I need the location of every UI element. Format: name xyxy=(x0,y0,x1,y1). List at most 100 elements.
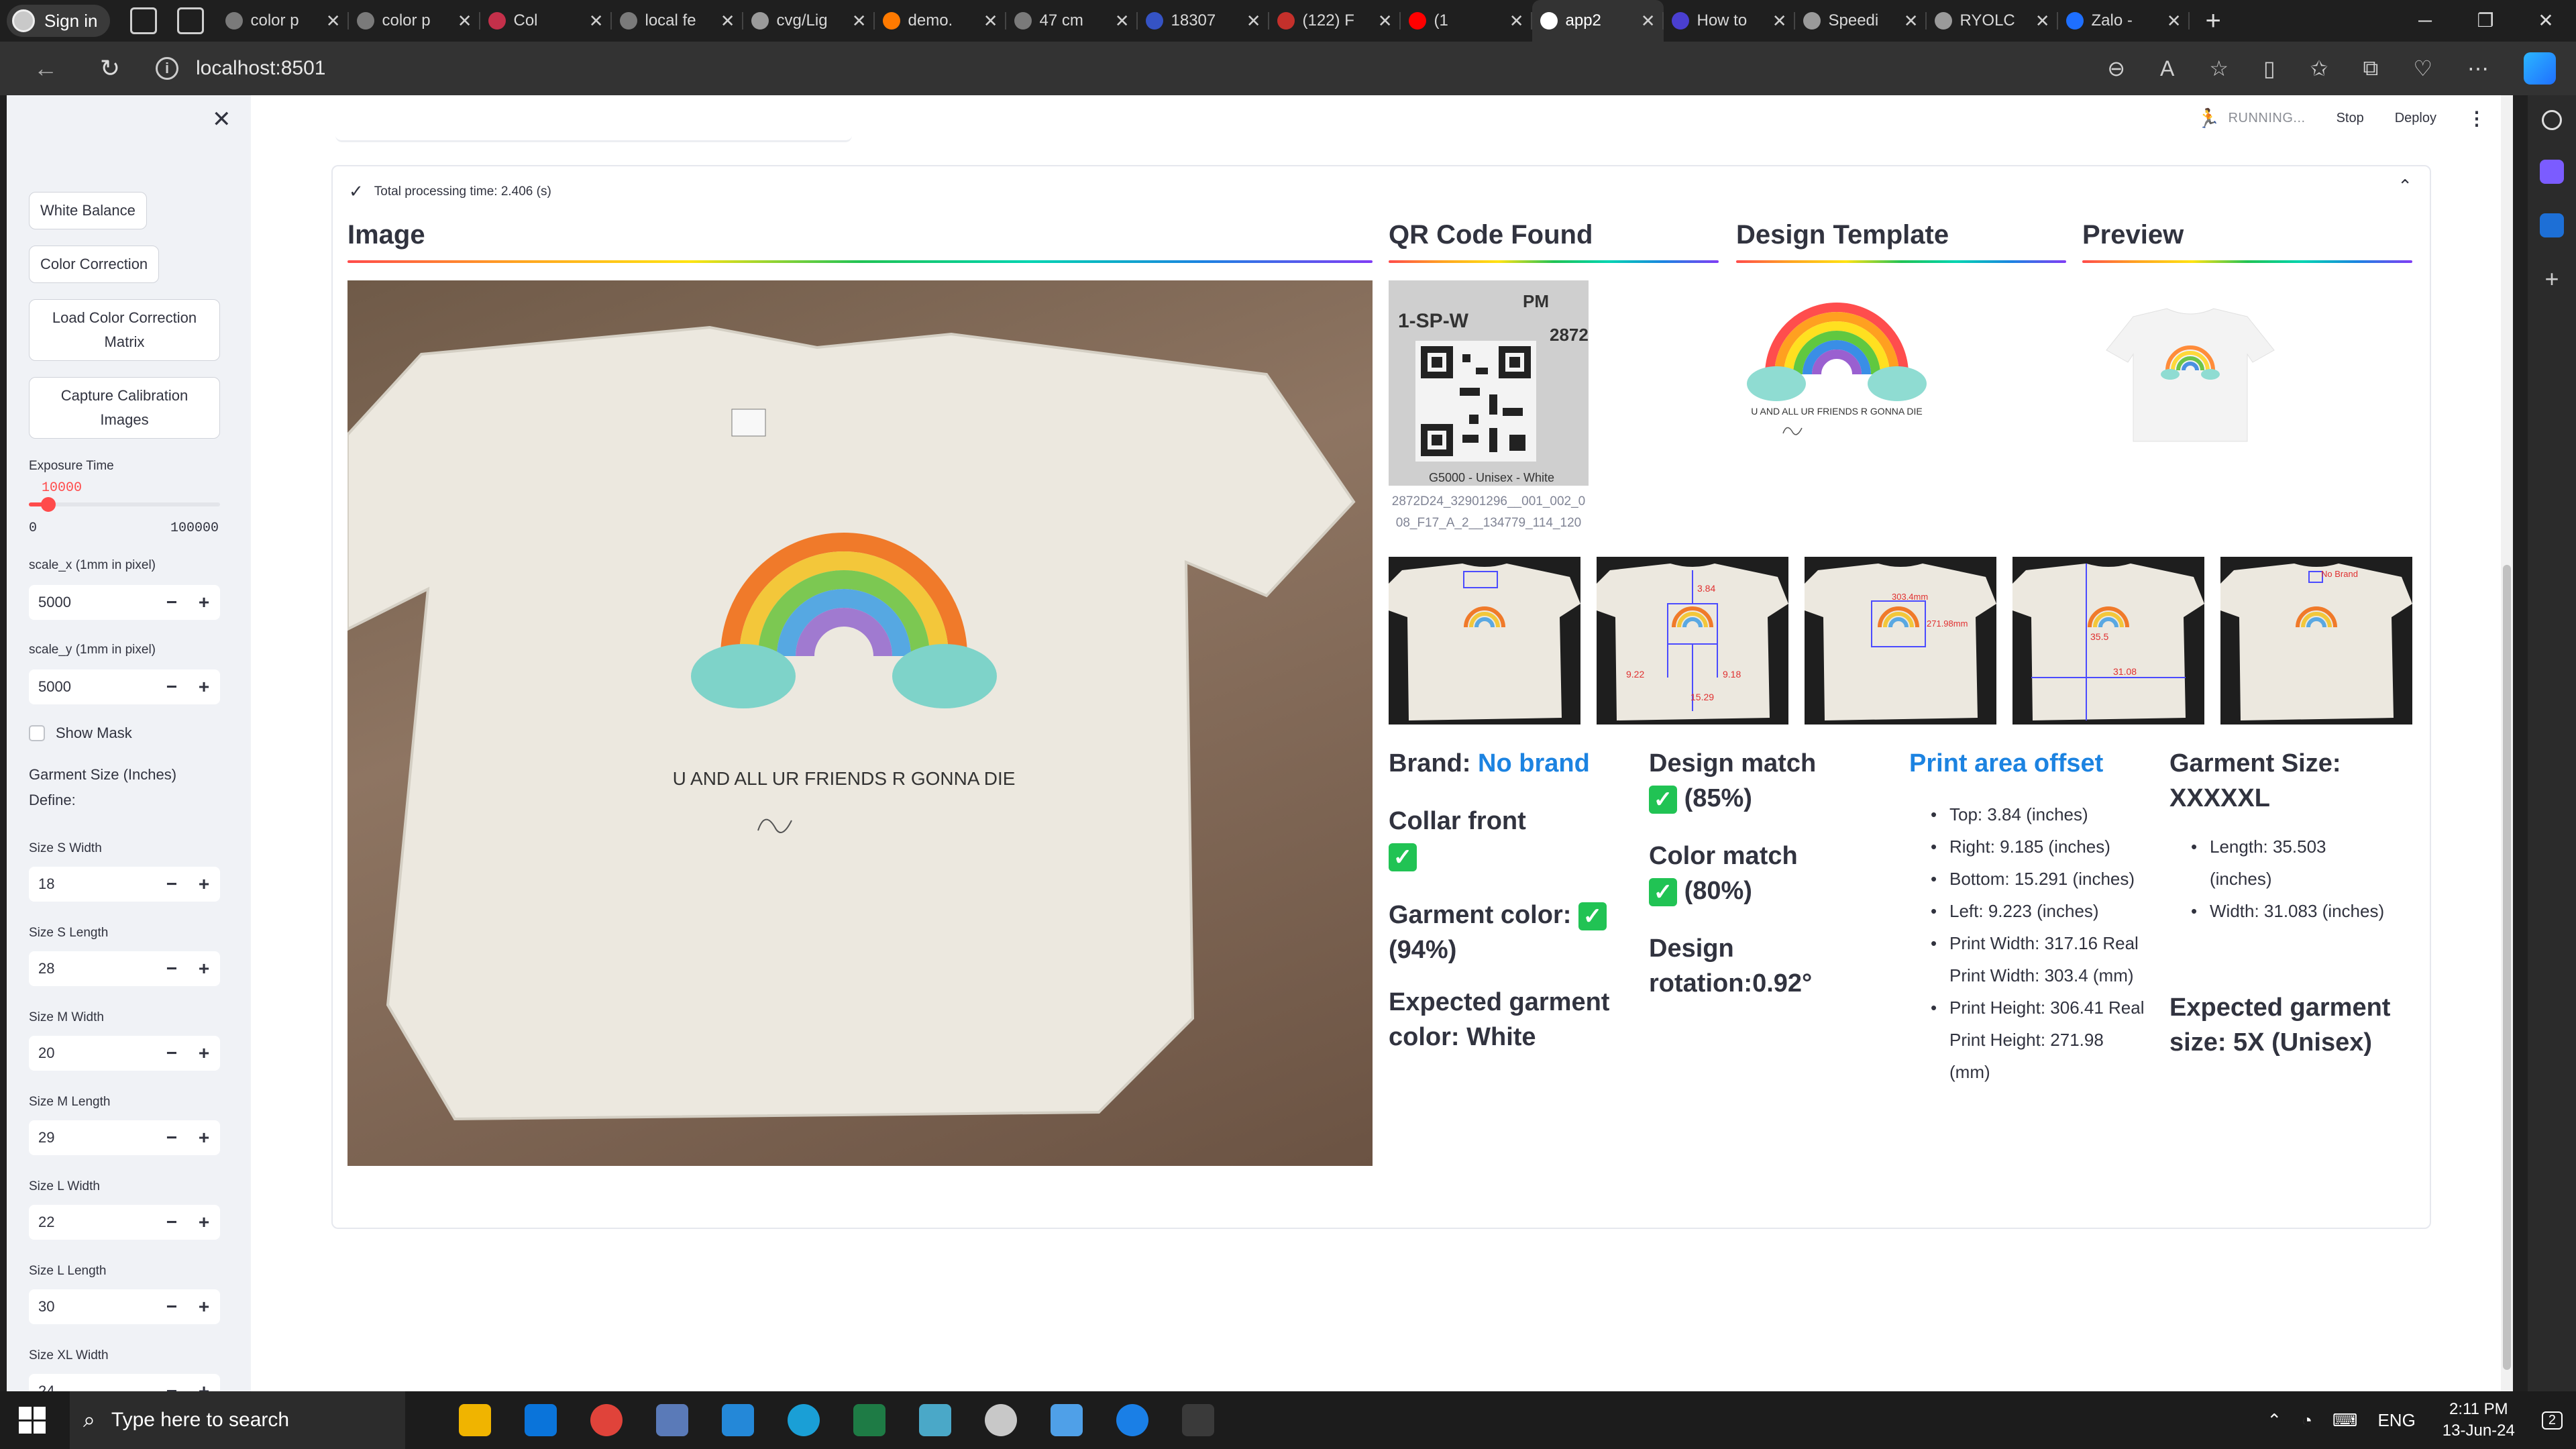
browser-tab[interactable]: 18307 ✕ xyxy=(1138,0,1269,42)
browser-tab[interactable]: demo. ✕ xyxy=(875,0,1006,42)
browser-tab[interactable]: local fe ✕ xyxy=(612,0,743,42)
outlook-icon[interactable] xyxy=(2540,213,2564,237)
copilot-sidebar-icon[interactable] xyxy=(2540,160,2564,184)
keyboard-icon[interactable]: ⌨ xyxy=(2332,1410,2358,1431)
capture-calibration-images-button[interactable]: Capture Calibration Images xyxy=(29,377,220,439)
refresh-icon[interactable]: ↻ xyxy=(91,54,129,83)
chrome-icon[interactable] xyxy=(590,1404,623,1436)
new-tab-button[interactable]: + xyxy=(2206,6,2221,36)
page-scrollbar[interactable] xyxy=(2501,95,2513,1391)
search-icon[interactable] xyxy=(2542,110,2562,130)
scale-x-decrement[interactable]: − xyxy=(156,592,188,613)
file-explorer-icon[interactable] xyxy=(459,1404,491,1436)
browser-tab[interactable]: Speedi ✕ xyxy=(1795,0,1927,42)
tab-close-icon[interactable]: ✕ xyxy=(852,11,867,32)
exposure-slider[interactable] xyxy=(29,497,220,512)
deploy-button[interactable]: Deploy xyxy=(2395,111,2436,126)
excel-icon[interactable] xyxy=(853,1404,885,1436)
show-hidden-icons[interactable]: ⌃ xyxy=(2267,1410,2282,1431)
browser-tab[interactable]: app2 ✕ xyxy=(1532,0,1664,42)
browser-tab[interactable]: Col ✕ xyxy=(480,0,612,42)
tab-close-icon[interactable]: ✕ xyxy=(458,11,472,32)
browser-tab[interactable]: color p ✕ xyxy=(217,0,349,42)
tab-close-icon[interactable]: ✕ xyxy=(326,11,341,32)
snipping-tool-icon[interactable] xyxy=(985,1404,1017,1436)
browser-tab[interactable]: (1 ✕ xyxy=(1401,0,1532,42)
scale-y-decrement[interactable]: − xyxy=(156,676,188,698)
copilot-icon[interactable] xyxy=(2524,52,2556,85)
size-value[interactable]: 18 xyxy=(29,875,156,893)
stop-button[interactable]: Stop xyxy=(2337,111,2364,126)
tab-close-icon[interactable]: ✕ xyxy=(589,11,604,32)
decrement-button[interactable]: − xyxy=(156,1381,188,1391)
browser-tab[interactable]: RYOLC ✕ xyxy=(1927,0,2058,42)
more-menu-icon[interactable]: ⋯ xyxy=(2467,56,2489,81)
store-icon[interactable] xyxy=(525,1404,557,1436)
favorite-star-icon[interactable]: ☆ xyxy=(2209,56,2229,81)
increment-button[interactable]: + xyxy=(188,958,220,979)
tab-close-icon[interactable]: ✕ xyxy=(1246,11,1261,32)
size-value[interactable]: 30 xyxy=(29,1298,156,1316)
size-value[interactable]: 24 xyxy=(29,1383,156,1391)
increment-button[interactable]: + xyxy=(188,1212,220,1233)
scrollbar-thumb[interactable] xyxy=(2503,565,2511,1370)
collapse-chevron-icon[interactable]: ⌃ xyxy=(2398,176,2412,197)
minimize-icon[interactable]: ─ xyxy=(2395,0,2455,42)
size-number-input[interactable]: 29− + xyxy=(29,1120,220,1155)
tab-close-icon[interactable]: ✕ xyxy=(1772,11,1787,32)
url-field[interactable]: i localhost:8501 xyxy=(156,57,325,80)
split-screen-icon[interactable]: ▯ xyxy=(2263,56,2275,81)
size-value[interactable]: 28 xyxy=(29,960,156,977)
increment-button[interactable]: + xyxy=(188,1381,220,1391)
close-window-icon[interactable]: ✕ xyxy=(2516,0,2576,42)
tab-close-icon[interactable]: ✕ xyxy=(1641,11,1656,32)
size-number-input[interactable]: 22− + xyxy=(29,1205,220,1240)
color-correction-button[interactable]: Color Correction xyxy=(29,246,160,283)
close-sidebar-icon[interactable]: ✕ xyxy=(212,106,231,133)
browser-tab[interactable]: color p ✕ xyxy=(349,0,480,42)
increment-button[interactable]: + xyxy=(188,1296,220,1318)
restore-icon[interactable]: ❐ xyxy=(2455,0,2516,42)
size-number-input[interactable]: 28− + xyxy=(29,951,220,986)
browser-tab[interactable]: 47 cm ✕ xyxy=(1006,0,1138,42)
size-number-input[interactable]: 18− + xyxy=(29,867,220,902)
vscode-icon[interactable] xyxy=(722,1404,754,1436)
tab-actions-icon[interactable] xyxy=(176,7,204,34)
exposure-slider-handle[interactable] xyxy=(41,497,56,512)
collections-icon[interactable]: ⧉ xyxy=(2363,56,2378,81)
tab-close-icon[interactable]: ✕ xyxy=(1509,11,1524,32)
expander-header[interactable]: ✓ Total processing time: 2.406 (s) xyxy=(349,181,551,202)
show-mask-checkbox[interactable]: Show Mask xyxy=(29,724,132,742)
increment-button[interactable]: + xyxy=(188,1127,220,1148)
checkbox-box[interactable] xyxy=(29,725,45,741)
main-menu-icon[interactable]: ⋮ xyxy=(2467,107,2486,129)
decrement-button[interactable]: − xyxy=(156,1042,188,1064)
decrement-button[interactable]: − xyxy=(156,1212,188,1233)
browser-tab[interactable]: (122) F ✕ xyxy=(1269,0,1401,42)
terminal-icon[interactable] xyxy=(1182,1404,1214,1436)
increment-button[interactable]: + xyxy=(188,873,220,895)
network-icon[interactable]: ◔ xyxy=(2302,1410,2312,1431)
size-value[interactable]: 20 xyxy=(29,1044,156,1062)
profile-signin-button[interactable]: Sign in xyxy=(7,5,110,37)
scale-y-value[interactable]: 5000 xyxy=(29,678,156,696)
size-value[interactable]: 22 xyxy=(29,1214,156,1231)
decrement-button[interactable]: − xyxy=(156,1127,188,1148)
app-icon[interactable] xyxy=(656,1404,688,1436)
tab-close-icon[interactable]: ✕ xyxy=(2167,11,2182,32)
browser-essentials-icon[interactable]: ♡ xyxy=(2413,56,2432,81)
tab-close-icon[interactable]: ✕ xyxy=(1115,11,1130,32)
browser-tab[interactable]: How to ✕ xyxy=(1664,0,1795,42)
scale-y-input[interactable]: 5000 − + xyxy=(29,669,220,704)
language-indicator[interactable]: ENG xyxy=(2377,1410,2415,1431)
notepad-icon[interactable] xyxy=(919,1404,951,1436)
zoom-icon[interactable]: ⊖ xyxy=(2107,56,2125,81)
zalo-icon[interactable] xyxy=(1116,1404,1148,1436)
workspaces-icon[interactable] xyxy=(129,7,157,34)
decrement-button[interactable]: − xyxy=(156,1296,188,1318)
tab-close-icon[interactable]: ✕ xyxy=(2035,11,2050,32)
load-color-correction-matrix-button[interactable]: Load Color Correction Matrix xyxy=(29,299,220,361)
notification-icon[interactable]: 2 xyxy=(2541,1411,2563,1430)
tab-close-icon[interactable]: ✕ xyxy=(1904,11,1919,32)
taskbar-search-box[interactable]: ⌕ Type here to search xyxy=(70,1391,405,1449)
